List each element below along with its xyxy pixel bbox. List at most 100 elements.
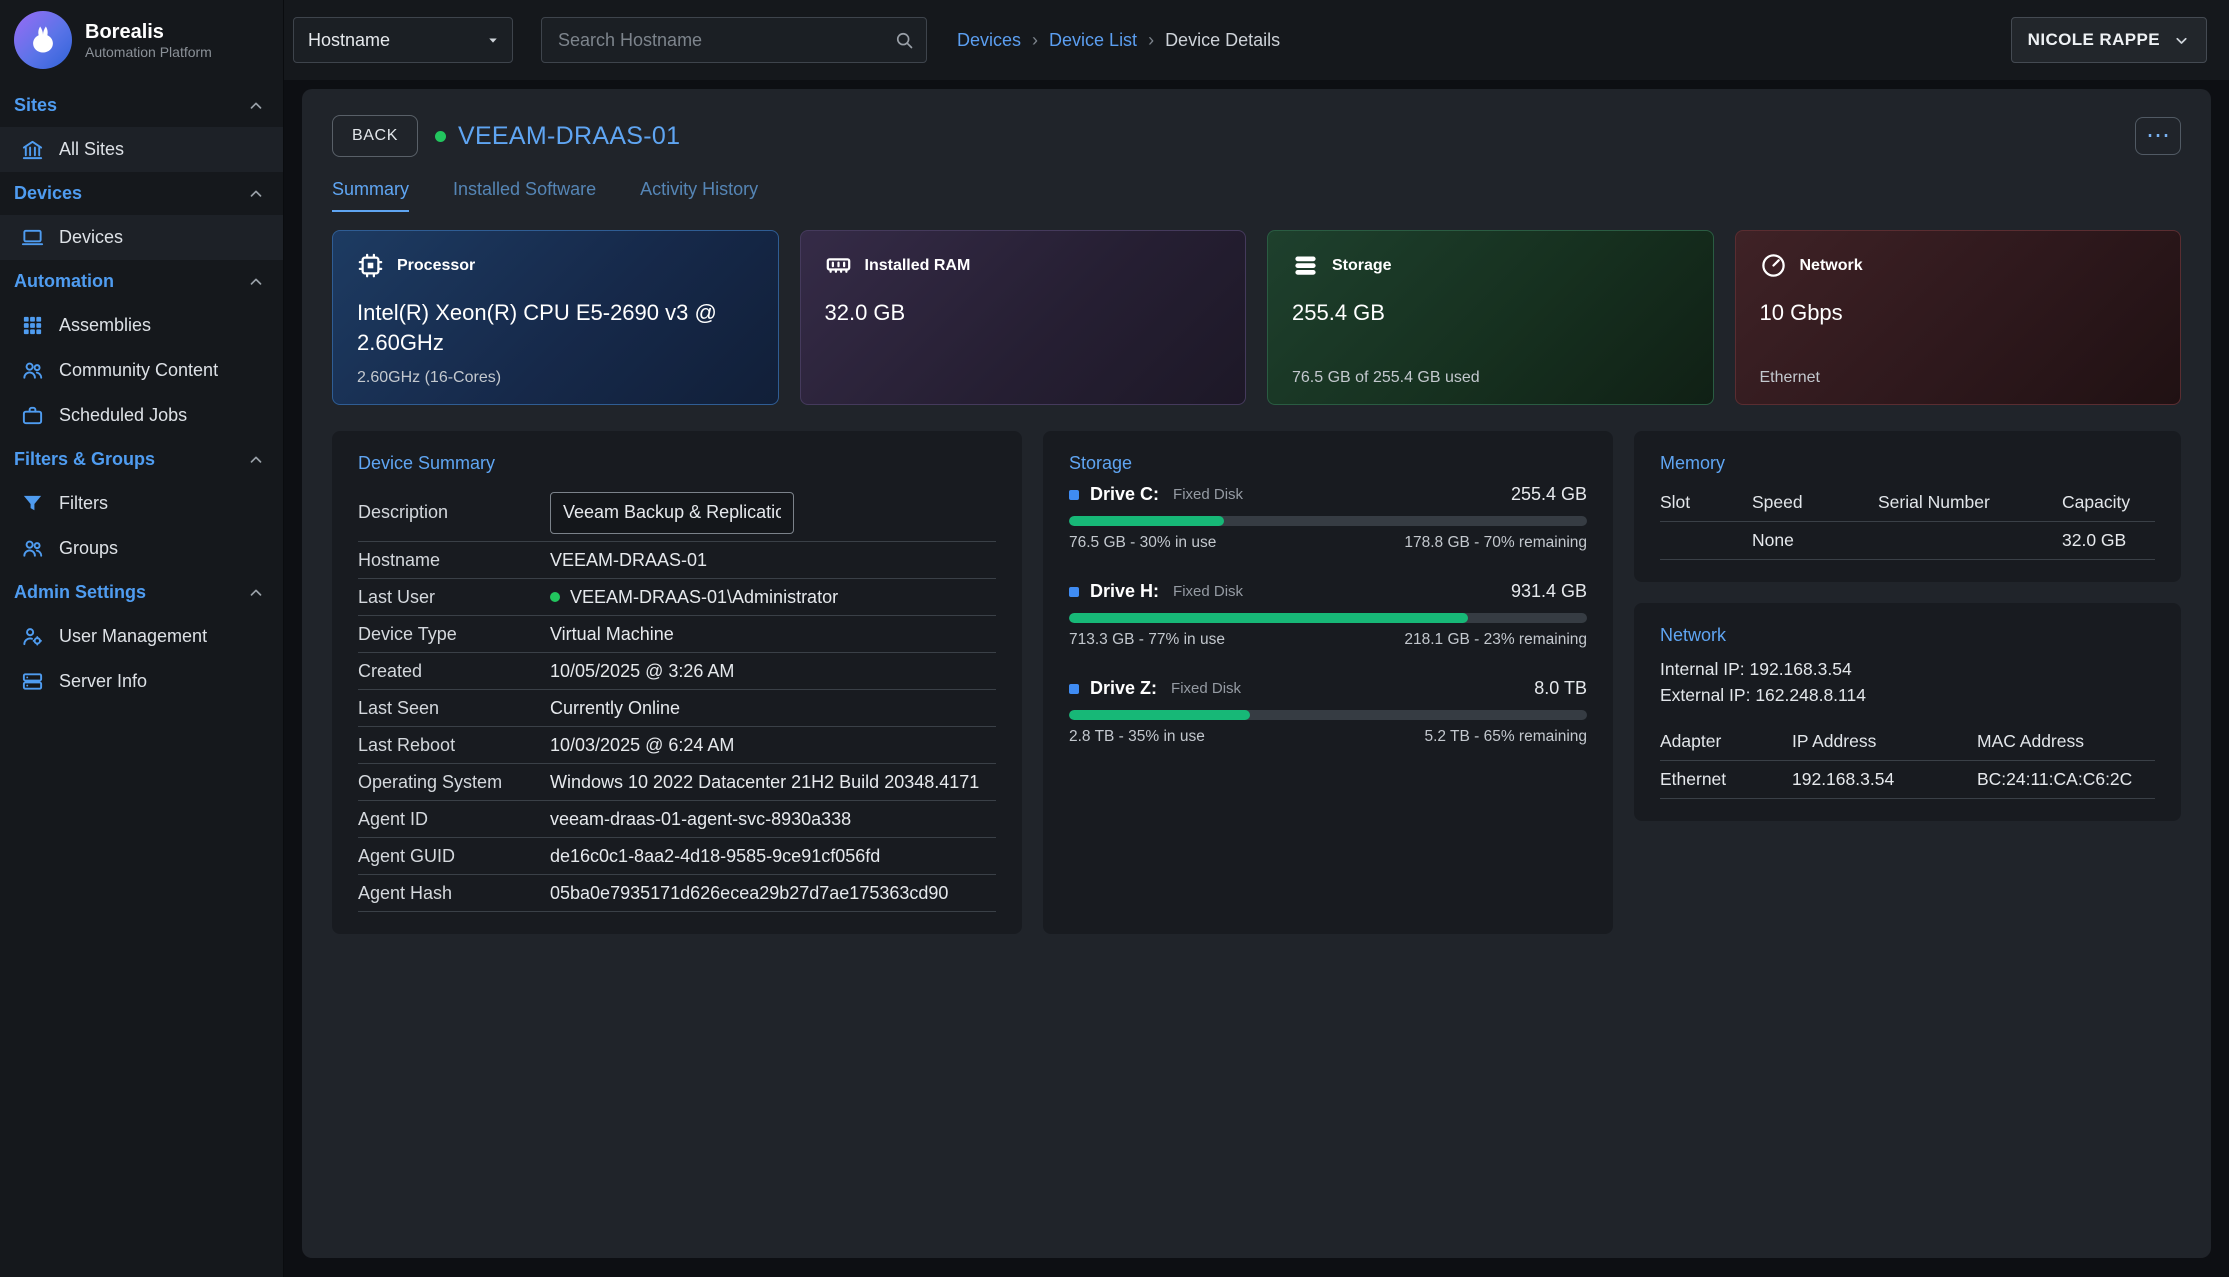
tab-summary[interactable]: Summary xyxy=(332,179,409,212)
summary-row-last-reboot: Last Reboot 10/03/2025 @ 6:24 AM xyxy=(358,727,996,764)
sidebar-item-filters[interactable]: Filters xyxy=(0,481,283,526)
tab-activity-history[interactable]: Activity History xyxy=(640,179,758,212)
briefcase-icon xyxy=(21,404,44,427)
description-input[interactable] xyxy=(550,492,794,534)
gauge-icon xyxy=(1760,252,1787,279)
back-button[interactable]: BACK xyxy=(332,115,418,157)
cell-adapter: Ethernet xyxy=(1660,769,1792,790)
hostname-filter-select[interactable]: Hostname xyxy=(293,17,513,63)
search-input[interactable] xyxy=(556,29,894,52)
sidebar-item-all-sites[interactable]: All Sites xyxy=(0,127,283,172)
sidebar-item-scheduled-jobs[interactable]: Scheduled Jobs xyxy=(0,393,283,438)
chevron-down-icon xyxy=(2173,32,2190,49)
drive-z: Drive Z: Fixed Disk 8.0 TB 2.8 TB - 35% … xyxy=(1069,678,1587,746)
row-label: Hostname xyxy=(358,550,550,571)
stat-value: Intel(R) Xeon(R) CPU E5-2690 v3 @ 2.60GH… xyxy=(357,298,754,357)
sidebar-item-assemblies[interactable]: Assemblies xyxy=(0,303,283,348)
sidebar-item-label: Filters xyxy=(59,493,108,514)
breadcrumb: Devices › Device List › Device Details xyxy=(957,30,1280,51)
nav-section-automation[interactable]: Automation xyxy=(0,260,283,303)
sidebar-item-server-info[interactable]: Server Info xyxy=(0,659,283,704)
drive-type: Fixed Disk xyxy=(1173,486,1243,503)
row-value: VEEAM-DRAAS-01 xyxy=(550,550,707,571)
drive-name: Drive C: xyxy=(1090,484,1159,505)
ram-icon xyxy=(825,252,852,279)
brand-subtitle: Automation Platform xyxy=(85,44,212,60)
stat-subtitle: 76.5 GB of 255.4 GB used xyxy=(1292,369,1480,387)
nav-section-label: Devices xyxy=(14,183,82,204)
drive-h: Drive H: Fixed Disk 931.4 GB 713.3 GB - … xyxy=(1069,581,1587,649)
row-value: de16c0c1-8aa2-4d18-9585-9ce91cf056fd xyxy=(550,846,880,867)
nav-section-devices[interactable]: Devices xyxy=(0,172,283,215)
stat-subtitle: 2.60GHz (16-Cores) xyxy=(357,369,501,387)
device-name-wrap: VEEAM-DRAAS-01 xyxy=(435,122,680,151)
breadcrumb-device-list[interactable]: Device List xyxy=(1049,30,1137,51)
stat-title: Network xyxy=(1800,257,1863,275)
row-label: Last User xyxy=(358,587,550,608)
sidebar-item-user-management[interactable]: User Management xyxy=(0,614,283,659)
row-label: Device Type xyxy=(358,624,550,645)
row-label: Operating System xyxy=(358,772,550,793)
tab-installed-software[interactable]: Installed Software xyxy=(453,179,596,212)
chevron-up-icon xyxy=(247,451,265,469)
col-header-adapter: Adapter xyxy=(1660,731,1792,752)
sidebar-item-label: Groups xyxy=(59,538,118,559)
sidebar-item-label: Community Content xyxy=(59,360,218,381)
brand: Borealis Automation Platform xyxy=(0,0,283,80)
sidebar-item-label: Devices xyxy=(59,227,123,248)
storage-title: Storage xyxy=(1069,453,1587,474)
search-icon[interactable] xyxy=(894,30,914,50)
page-title: VEEAM-DRAAS-01 xyxy=(458,122,680,151)
row-value: VEEAM-DRAAS-01\Administrator xyxy=(570,587,838,608)
memory-table-row: None 32.0 GB xyxy=(1660,522,2155,560)
sidebar-item-devices[interactable]: Devices xyxy=(0,215,283,260)
nav-section-admin-settings[interactable]: Admin Settings xyxy=(0,571,283,614)
app-shell: Borealis Automation Platform Sites All S… xyxy=(0,0,2229,1277)
nav-section-label: Sites xyxy=(14,95,57,116)
building-icon xyxy=(21,138,44,161)
nav-section-label: Automation xyxy=(14,271,114,292)
grid-icon xyxy=(21,314,44,337)
cell-ip-address: 192.168.3.54 xyxy=(1792,769,1977,790)
online-status-dot xyxy=(435,131,446,142)
caret-down-icon xyxy=(484,31,502,49)
summary-row-last-seen: Last Seen Currently Online xyxy=(358,690,996,727)
row-label: Last Seen xyxy=(358,698,550,719)
nav-section-sites[interactable]: Sites xyxy=(0,84,283,127)
drive-remaining-label: 178.8 GB - 70% remaining xyxy=(1404,534,1587,552)
drive-icon xyxy=(1069,587,1079,597)
nav-section-filters-groups[interactable]: Filters & Groups xyxy=(0,438,283,481)
drive-used-label: 2.8 TB - 35% in use xyxy=(1069,728,1205,746)
row-value: 10/05/2025 @ 3:26 AM xyxy=(550,661,734,682)
sidebar-item-label: Assemblies xyxy=(59,315,151,336)
sidebar-item-community-content[interactable]: Community Content xyxy=(0,348,283,393)
stat-value: 255.4 GB xyxy=(1292,298,1689,328)
drive-remaining-label: 218.1 GB - 23% remaining xyxy=(1404,631,1587,649)
breadcrumb-devices[interactable]: Devices xyxy=(957,30,1021,51)
drive-c: Drive C: Fixed Disk 255.4 GB 76.5 GB - 3… xyxy=(1069,484,1587,552)
col-header-slot: Slot xyxy=(1660,492,1752,513)
sidebar-item-groups[interactable]: Groups xyxy=(0,526,283,571)
memory-card: Memory Slot Speed Serial Number Capacity… xyxy=(1634,431,2181,582)
overflow-menu-button[interactable]: ⋯ xyxy=(2135,117,2181,155)
row-label: Created xyxy=(358,661,550,682)
col-header-capacity: Capacity xyxy=(2062,492,2155,513)
drive-used-label: 713.3 GB - 77% in use xyxy=(1069,631,1225,649)
device-details-panel: BACK VEEAM-DRAAS-01 ⋯ Summary Installed … xyxy=(302,89,2211,1258)
network-card: Network Internal IP: 192.168.3.54 Extern… xyxy=(1634,603,2181,821)
funnel-icon xyxy=(21,492,44,515)
drive-icon xyxy=(1069,490,1079,500)
external-ip: External IP: 162.248.8.114 xyxy=(1660,682,2155,708)
summary-row-agent-id: Agent ID veeam-draas-01-agent-svc-8930a3… xyxy=(358,801,996,838)
nav-section-label: Admin Settings xyxy=(14,582,146,603)
topbar: Hostname Devices › Device List › Device … xyxy=(284,0,2229,80)
cpu-icon xyxy=(357,252,384,279)
chevron-up-icon xyxy=(247,584,265,602)
sidebar-item-label: All Sites xyxy=(59,139,124,160)
sidebar-item-label: User Management xyxy=(59,626,207,647)
row-value: 10/03/2025 @ 6:24 AM xyxy=(550,735,734,756)
stat-card-row: Processor Intel(R) Xeon(R) CPU E5-2690 v… xyxy=(332,230,2181,405)
device-summary-title: Device Summary xyxy=(358,453,996,474)
user-menu-button[interactable]: NICOLE RAPPE xyxy=(2011,17,2207,63)
network-title: Network xyxy=(1660,625,2155,646)
